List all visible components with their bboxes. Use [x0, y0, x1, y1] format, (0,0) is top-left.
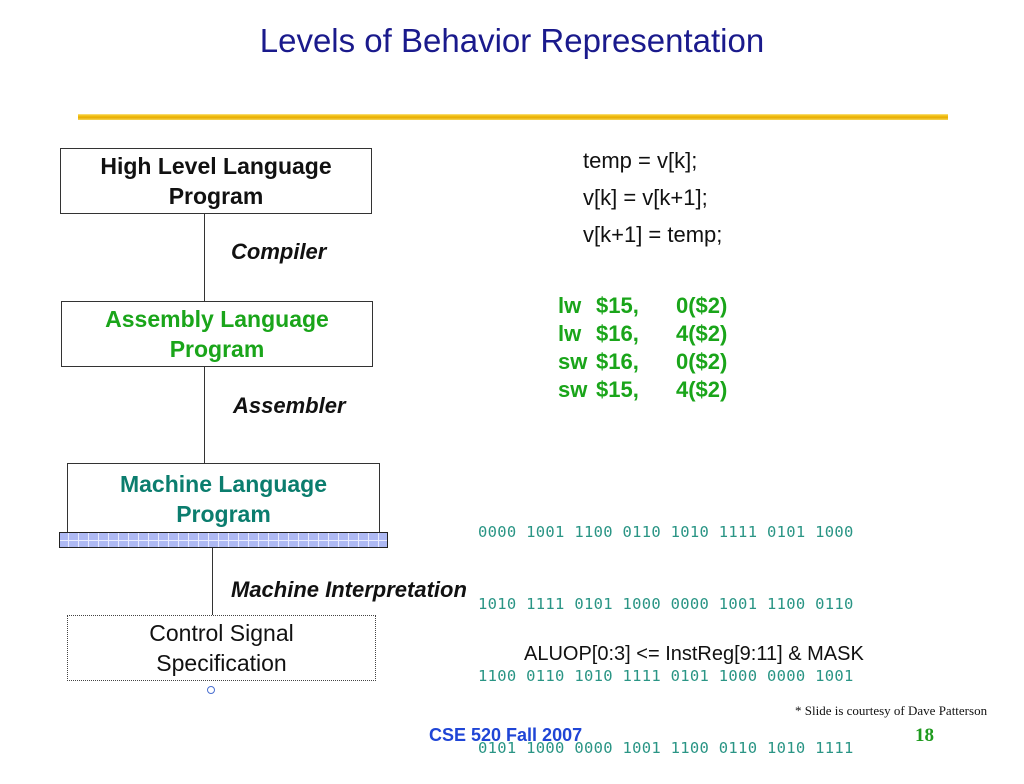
high-level-language-box: High Level Language Program: [60, 148, 372, 214]
high-level-code: temp = v[k]; v[k] = v[k+1]; v[k+1] = tem…: [583, 142, 722, 253]
asm-reg: $15,: [596, 293, 639, 318]
compiler-label: Compiler: [231, 239, 327, 264]
asm-addr: 0($2): [676, 349, 728, 374]
machine-language-box: Machine Language Program: [67, 463, 380, 533]
binary-line: 1010 1111 0101 1000 0000 1001 1100 0110: [478, 595, 854, 613]
code-line: v[k] = v[k+1];: [583, 185, 708, 210]
course-footer: CSE 520 Fall 2007: [429, 725, 583, 745]
box-label-line2: Program: [169, 336, 265, 362]
asm-line: lw $16, 4($2): [558, 320, 727, 348]
asm-addr: 4($2): [676, 377, 728, 402]
asm-op: sw: [558, 349, 588, 374]
box-label-line2: Specification: [156, 650, 287, 676]
connector-line-asm-mach: [204, 367, 205, 463]
page-number: 18: [915, 725, 934, 746]
box-label-line2: Program: [168, 183, 264, 209]
title-underline-divider: [78, 114, 948, 120]
courtesy-note: * Slide is courtesy of Dave Patterson: [795, 703, 988, 718]
machine-interpretation-label: Machine Interpretation: [231, 577, 467, 602]
asm-reg: $16,: [596, 321, 639, 346]
assembly-language-box: Assembly Language Program: [61, 301, 373, 367]
asm-op: lw: [558, 293, 582, 318]
asm-line: sw $16, 0($2): [558, 348, 727, 376]
connector-line-hll-asm: [204, 214, 205, 301]
box-label-line2: Program: [176, 500, 271, 527]
code-line: temp = v[k];: [583, 148, 698, 173]
brick-pattern-base: [59, 532, 388, 548]
asm-reg: $16,: [596, 349, 639, 374]
control-signal-expression: ALUOP[0:3] <= InstReg[9:11] & MASK: [524, 643, 864, 665]
asm-line: sw $15, 4($2): [558, 376, 727, 404]
binary-line: 0000 1001 1100 0110 1010 1111 0101 1000: [478, 523, 854, 541]
asm-addr: 4($2): [676, 321, 728, 346]
selection-handle-icon[interactable]: [207, 686, 215, 694]
asm-line: lw $15, 0($2): [558, 292, 727, 320]
connector-line-mach-ctrl: [212, 548, 213, 615]
code-line: v[k+1] = temp;: [583, 222, 723, 247]
box-label-line1: High Level Language: [100, 153, 332, 179]
control-signal-specification-box: Control Signal Specification: [67, 615, 376, 681]
asm-op: lw: [558, 321, 582, 346]
box-label-line1: Assembly Language: [105, 306, 329, 332]
asm-op: sw: [558, 377, 588, 402]
asm-reg: $15,: [596, 377, 639, 402]
assembler-label: Assembler: [233, 393, 346, 418]
box-label-line1: Machine Language: [119, 470, 328, 497]
binary-line: 1100 0110 1010 1111 0101 1000 0000 1001: [478, 667, 854, 685]
asm-addr: 0($2): [676, 293, 728, 318]
box-label-line1: Control Signal: [149, 620, 294, 646]
assembly-code: lw $15, 0($2) lw $16, 4($2) sw $16, 0($2…: [558, 292, 727, 404]
slide-title: Levels of Behavior Representation: [259, 22, 765, 59]
